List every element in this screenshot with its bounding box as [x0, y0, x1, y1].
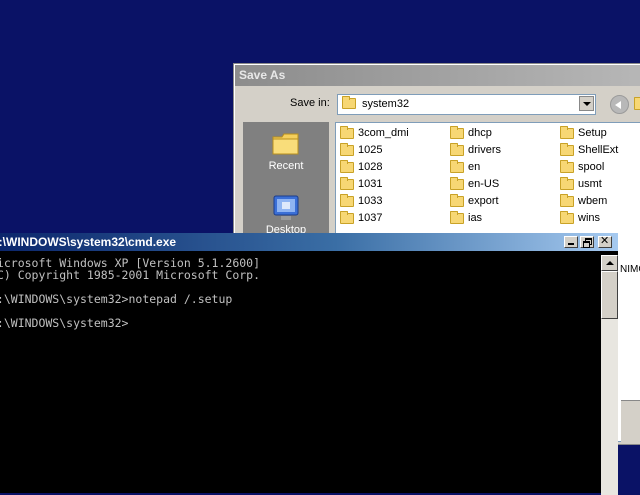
folder-icon — [340, 177, 354, 190]
folder-icon — [560, 143, 574, 156]
console-line: C:\WINDOWS\system32>notepad /.setup — [0, 292, 233, 306]
folder-icon — [450, 211, 464, 224]
cmd-title: C:\WINDOWS\system32\cmd.exe — [0, 235, 177, 249]
folder-icon — [560, 160, 574, 173]
folder-icon — [634, 97, 640, 110]
folder-item-label: 1028 — [358, 161, 383, 173]
folder-item[interactable]: usmt — [560, 176, 618, 193]
folder-icon — [560, 194, 574, 207]
folder-item-label: ias — [468, 212, 483, 224]
folder-icon — [450, 177, 464, 190]
folder-item[interactable]: spool — [560, 159, 618, 176]
folder-item[interactable]: 3com_dmi — [340, 125, 409, 142]
back-button[interactable] — [610, 95, 629, 114]
folder-item-label: 1025 — [358, 144, 383, 156]
folder-item[interactable]: drivers — [450, 142, 501, 159]
save-as-titlebar[interactable]: Save As — [235, 65, 640, 86]
folder-item-label: 3com_dmi — [358, 127, 409, 139]
folder-icon — [340, 194, 354, 207]
folder-icon — [560, 126, 574, 139]
chevron-down-icon[interactable] — [579, 96, 594, 111]
folder-item[interactable]: 1025 — [340, 142, 409, 159]
folder-item[interactable]: 1037 — [340, 210, 409, 227]
file-column-3: Setup ShellExt spool usmt wbem wins — [560, 125, 618, 227]
scroll-up-button[interactable] — [601, 255, 618, 271]
folder-icon — [450, 143, 464, 156]
folder-item-label: drivers — [468, 144, 502, 156]
folder-icon — [450, 194, 464, 207]
folder-item-label: wbem — [578, 195, 608, 207]
folder-item[interactable]: 1031 — [340, 176, 409, 193]
folder-item[interactable]: en-US — [450, 176, 501, 193]
cmd-window: C:\WINDOWS\system32\cmd.exe Microsoft Wi… — [0, 233, 618, 495]
minimize-button[interactable] — [564, 236, 578, 248]
folder-item[interactable]: 1028 — [340, 159, 409, 176]
folder-item-label: dhcp — [468, 127, 492, 139]
folder-item[interactable]: export — [450, 193, 501, 210]
folder-item-label: 1033 — [358, 195, 383, 207]
folder-item[interactable]: en — [450, 159, 501, 176]
console-line: (C) Copyright 1985-2001 Microsoft Corp. — [0, 268, 261, 282]
folder-icon — [340, 211, 354, 224]
folder-icon — [450, 160, 464, 173]
folder-item[interactable]: dhcp — [450, 125, 501, 142]
file-column-2: dhcp drivers en en-US export ias — [450, 125, 501, 227]
up-folder-button[interactable] — [634, 97, 640, 111]
folder-item[interactable]: wbem — [560, 193, 618, 210]
folder-item-label: 1037 — [358, 212, 383, 224]
places-recent-label: Recent — [268, 160, 304, 172]
folder-item[interactable]: wins — [560, 210, 618, 227]
folder-item[interactable]: ShellExt — [560, 142, 618, 159]
cmd-titlebar[interactable]: C:\WINDOWS\system32\cmd.exe — [0, 233, 618, 251]
file-column-1: 3com_dmi 1025 1028 1031 1033 1037 — [340, 125, 409, 227]
folder-icon — [560, 177, 574, 190]
folder-icon — [340, 143, 354, 156]
recent-folder-icon — [272, 133, 299, 155]
save-in-dropdown[interactable]: system32 — [337, 94, 596, 115]
close-button[interactable] — [598, 234, 612, 248]
partial-file-name: NIMC — [620, 264, 640, 275]
desktop-icon — [273, 195, 299, 220]
console-output[interactable]: Microsoft Windows XP [Version 5.1.2600] … — [0, 254, 596, 494]
folder-item[interactable]: Setup — [560, 125, 618, 142]
folder-item-label: usmt — [578, 178, 602, 190]
places-desktop[interactable]: Desktop — [243, 194, 329, 236]
vertical-scrollbar[interactable] — [601, 255, 618, 495]
folder-icon — [340, 126, 354, 139]
console-line: C:\WINDOWS\system32> — [0, 316, 129, 330]
folder-item[interactable]: 1033 — [340, 193, 409, 210]
folder-item-label: Setup — [578, 127, 607, 139]
save-in-value: system32 — [362, 98, 410, 110]
folder-item-label: ShellExt — [578, 144, 619, 156]
scroll-thumb[interactable] — [601, 271, 618, 319]
folder-item-label: export — [468, 195, 499, 207]
places-recent[interactable]: Recent — [243, 130, 329, 172]
folder-item-label: wins — [578, 212, 601, 224]
folder-item-label: spool — [578, 161, 605, 173]
save-in-label: Save in: — [290, 97, 330, 109]
restore-button[interactable] — [580, 236, 594, 248]
folder-item-label: en-US — [468, 178, 500, 190]
folder-icon — [342, 96, 356, 109]
folder-item[interactable]: ias — [450, 210, 501, 227]
dialog-lower-pane — [621, 400, 640, 444]
folder-item-label: en — [468, 161, 481, 173]
folder-icon — [450, 126, 464, 139]
folder-icon — [560, 211, 574, 224]
folder-item-label: 1031 — [358, 178, 383, 190]
folder-icon — [340, 160, 354, 173]
